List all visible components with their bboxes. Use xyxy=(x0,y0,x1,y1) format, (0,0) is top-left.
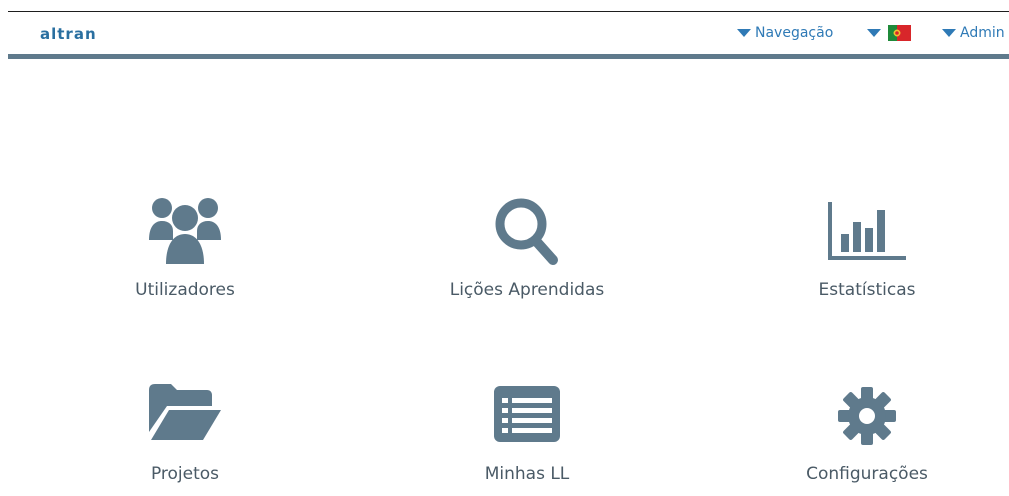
user-menu[interactable]: Admin xyxy=(942,25,1005,41)
caret-down-icon xyxy=(737,29,751,37)
bar-chart-icon xyxy=(828,202,906,260)
navigation-label: Navegação xyxy=(755,25,834,41)
tile-configuracoes[interactable]: Configurações xyxy=(737,386,997,496)
folder-open-icon xyxy=(149,384,221,440)
altran-logo[interactable]: altran xyxy=(40,25,97,43)
users-icon xyxy=(149,198,221,264)
caret-down-icon xyxy=(942,29,956,37)
tile-label: Lições Aprendidas xyxy=(449,280,605,300)
tile-utilizadores[interactable]: Utilizadores xyxy=(55,196,315,306)
search-icon xyxy=(495,198,558,265)
tile-licoes-aprendidas[interactable]: Lições Aprendidas xyxy=(397,196,657,306)
language-menu[interactable] xyxy=(867,25,911,41)
header-divider xyxy=(8,54,1009,59)
navigation-menu[interactable]: Navegação xyxy=(737,25,833,41)
tile-label: Configurações xyxy=(806,464,928,484)
caret-down-icon xyxy=(867,29,881,37)
tile-projetos[interactable]: Projetos xyxy=(55,384,315,494)
tile-minhas-ll[interactable]: Minhas LL xyxy=(397,386,657,496)
tile-label: Estatísticas xyxy=(818,280,916,300)
gear-icon xyxy=(838,387,896,445)
user-label: Admin xyxy=(960,25,1005,41)
header: altran Navegação Admin xyxy=(8,12,1009,54)
tile-label: Minhas LL xyxy=(484,464,570,484)
list-icon xyxy=(494,386,560,442)
portugal-flag-icon xyxy=(888,25,911,41)
tile-label: Projetos xyxy=(150,464,220,484)
tile-label: Utilizadores xyxy=(135,280,235,300)
tile-estatisticas[interactable]: Estatísticas xyxy=(737,196,997,306)
